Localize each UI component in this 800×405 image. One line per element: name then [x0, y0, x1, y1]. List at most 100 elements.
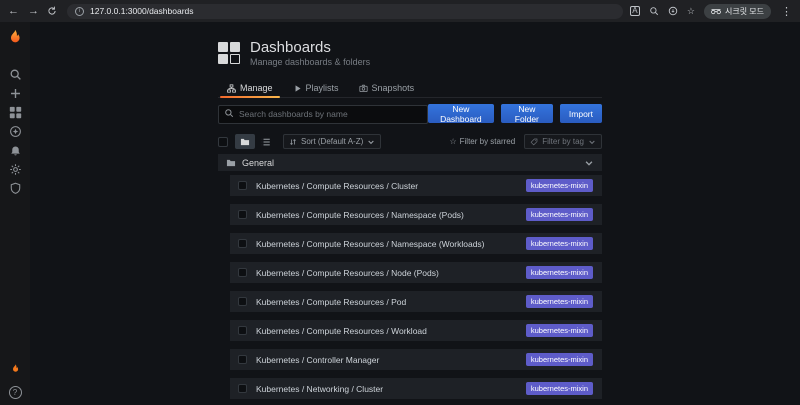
site-info-icon[interactable]: i — [75, 6, 84, 16]
row-checkbox[interactable] — [238, 268, 247, 277]
row-checkbox[interactable] — [238, 297, 247, 306]
dashboard-tag[interactable]: kubernetes-mixin — [525, 208, 593, 221]
list-view-button[interactable] — [256, 134, 276, 149]
page-header: Dashboards Manage dashboards & folders — [218, 36, 602, 70]
server-admin-icon[interactable] — [9, 182, 22, 195]
search-box — [218, 104, 428, 124]
menu-icon[interactable]: ⋮ — [780, 5, 793, 18]
sort-select[interactable]: Sort (Default A-Z) — [283, 134, 382, 149]
page-title: Dashboards — [250, 39, 331, 56]
row-checkbox[interactable] — [238, 355, 247, 364]
dashboard-title[interactable]: Kubernetes / Compute Resources / Workloa… — [256, 326, 427, 336]
dashboard-row[interactable]: Kubernetes / Controller Manager kubernet… — [230, 349, 602, 370]
sidebar-bottom: ? — [8, 360, 22, 399]
dashboard-title[interactable]: Kubernetes / Networking / Cluster — [256, 384, 383, 394]
dashboard-title[interactable]: Kubernetes / Compute Resources / Cluster — [256, 181, 418, 191]
browser-actions: A ☆ 시크릿 모드 ⋮ — [629, 3, 793, 19]
search-icon[interactable] — [9, 68, 22, 81]
sort-icon — [290, 138, 296, 145]
browser-toolbar: ← → i 127.0.0.1:3000/dashboards A ☆ 시크릿 … — [0, 0, 800, 22]
filter-by-starred[interactable]: ☆ Filter by starred — [449, 137, 515, 146]
dashboards-icon[interactable] — [9, 106, 22, 119]
dashboards-page: Dashboards Manage dashboards & folders M… — [218, 22, 602, 405]
search-input[interactable] — [218, 104, 428, 124]
row-checkbox[interactable] — [238, 210, 247, 219]
folder-view-button[interactable] — [235, 134, 255, 149]
dashboard-row[interactable]: Kubernetes / Compute Resources / Pod kub… — [230, 291, 602, 312]
filter-tag-label: Filter by tag — [542, 137, 584, 146]
grafana-news-icon[interactable] — [9, 363, 22, 376]
configuration-icon[interactable] — [9, 163, 22, 176]
select-all-checkbox[interactable] — [218, 136, 228, 147]
tab-label: Manage — [240, 83, 273, 93]
tab-playlists[interactable]: Playlists — [284, 79, 348, 97]
folder-name: General — [242, 157, 275, 168]
dashboard-row[interactable]: Kubernetes / Compute Resources / Namespa… — [230, 204, 602, 225]
incognito-glasses-icon — [711, 8, 721, 14]
dashboard-row[interactable]: Kubernetes / Compute Resources / Workloa… — [230, 320, 602, 341]
dashboard-title[interactable]: Kubernetes / Compute Resources / Namespa… — [256, 239, 485, 249]
snapshots-icon — [359, 84, 368, 92]
page-subtitle: Manage dashboards & folders — [250, 57, 371, 67]
dashboard-row[interactable]: Kubernetes / Compute Resources / Namespa… — [230, 233, 602, 254]
explore-icon[interactable] — [9, 125, 22, 138]
dashboard-title[interactable]: Kubernetes / Compute Resources / Pod — [256, 297, 406, 307]
chevron-down-icon — [368, 140, 374, 144]
toolbar-buttons: New Dashboard New Folder Import — [427, 104, 602, 124]
dashboard-tag[interactable]: kubernetes-mixin — [525, 353, 593, 366]
translate-icon[interactable]: A — [629, 6, 640, 16]
install-icon[interactable] — [668, 6, 678, 16]
dashboard-tag[interactable]: kubernetes-mixin — [525, 382, 593, 395]
tab-label: Playlists — [305, 83, 339, 93]
tag-icon — [530, 138, 538, 145]
user-avatar[interactable]: ? — [8, 386, 22, 399]
dashboard-title[interactable]: Kubernetes / Compute Resources / Namespa… — [256, 210, 464, 220]
tab-snapshots[interactable]: Snapshots — [350, 79, 424, 97]
incognito-label: 시크릿 모드 — [724, 6, 764, 16]
dashboard-tag[interactable]: kubernetes-mixin — [525, 295, 593, 308]
import-button[interactable]: Import — [559, 104, 602, 123]
tab-manage[interactable]: Manage — [218, 79, 282, 98]
bookmark-star-icon[interactable]: ☆ — [687, 6, 695, 17]
dashboard-row[interactable]: Kubernetes / Compute Resources / Cluster… — [230, 175, 602, 196]
folder-section-general[interactable]: General — [218, 154, 602, 171]
dashboard-toolbar: New Dashboard New Folder Import — [218, 104, 602, 124]
forward-icon[interactable]: → — [27, 5, 40, 17]
dashboard-title[interactable]: Kubernetes / Compute Resources / Node (P… — [256, 268, 439, 278]
dashboard-tag[interactable]: kubernetes-mixin — [525, 266, 593, 279]
dashboard-list: Kubernetes / Compute Resources / Cluster… — [230, 175, 602, 399]
row-checkbox[interactable] — [238, 181, 247, 190]
chevron-down-icon — [589, 140, 595, 144]
playlists-icon — [295, 84, 301, 92]
new-dashboard-button[interactable]: New Dashboard — [427, 104, 494, 124]
new-folder-button[interactable]: New Folder — [500, 104, 553, 124]
tab-bar: Manage Playlists Snapshots — [218, 79, 602, 98]
view-toggle — [235, 134, 276, 149]
row-checkbox[interactable] — [238, 384, 247, 393]
search-icon — [225, 109, 234, 118]
dashboard-row[interactable]: Kubernetes / Networking / Cluster kubern… — [230, 378, 602, 399]
filter-right: ☆ Filter by starred Filter by tag — [449, 134, 602, 149]
alerting-icon[interactable] — [9, 144, 22, 157]
row-checkbox[interactable] — [238, 239, 247, 248]
address-bar[interactable]: i 127.0.0.1:3000/dashboards — [67, 3, 623, 19]
dashboards-header-icon — [218, 42, 240, 64]
reload-icon[interactable] — [47, 6, 60, 16]
dashboard-row[interactable]: Kubernetes / Compute Resources / Node (P… — [230, 262, 602, 283]
dashboard-title[interactable]: Kubernetes / Controller Manager — [256, 355, 379, 365]
url-text[interactable]: 127.0.0.1:3000/dashboards — [90, 6, 194, 16]
folder-icon — [226, 159, 236, 166]
dashboard-tag[interactable]: kubernetes-mixin — [525, 179, 593, 192]
star-icon: ☆ — [449, 137, 457, 146]
dashboard-tag[interactable]: kubernetes-mixin — [525, 237, 593, 250]
zoom-icon[interactable] — [649, 6, 659, 16]
filter-by-tag-select[interactable]: Filter by tag — [524, 134, 602, 149]
dashboard-tag[interactable]: kubernetes-mixin — [525, 324, 593, 337]
chevron-down-icon[interactable] — [584, 158, 594, 168]
grafana-sidebar: ? — [0, 22, 30, 405]
grafana-logo[interactable] — [6, 29, 24, 47]
row-checkbox[interactable] — [238, 326, 247, 335]
back-icon[interactable]: ← — [7, 5, 20, 17]
create-icon[interactable] — [9, 87, 22, 100]
sort-label: Sort (Default A-Z) — [301, 137, 364, 146]
